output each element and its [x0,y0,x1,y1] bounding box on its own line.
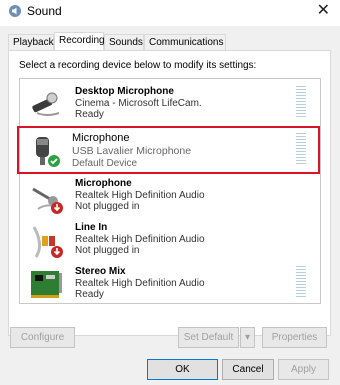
device-list[interactable]: Desktop Microphone Cinema - Microsoft Li… [17,78,321,307]
device-status: Ready [75,109,104,120]
line-in-cable-icon [32,226,63,258]
apply-button[interactable]: Apply [278,359,329,380]
device-status: Not plugged in [75,201,140,212]
list-item-usb-microphone[interactable]: Microphone USB Lavalier Microphone Defau… [17,126,320,174]
tab-sounds[interactable]: Sounds [104,34,144,50]
device-status: Not plugged in [75,245,140,256]
device-name: Microphone [72,132,130,144]
title-bar: Sound ✕ [0,0,340,26]
device-status: Ready [75,289,104,300]
speaker-icon [9,5,21,17]
usb-microphone-icon [36,137,60,167]
device-name: Stereo Mix [75,266,126,277]
cancel-button[interactable]: Cancel [222,359,274,380]
close-button[interactable]: ✕ [317,2,330,20]
tab-recording[interactable]: Recording [54,32,105,51]
set-default-dropdown-button[interactable]: ▾ [240,327,255,348]
device-name: Microphone [75,178,132,189]
dialog-body: Playback Recording Sounds Communications… [0,26,340,385]
tab-playback[interactable]: Playback [8,34,54,50]
window-title: Sound [27,4,62,18]
set-default-button[interactable]: Set Default [178,327,239,348]
device-description: Realtek High Definition Audio [75,190,205,201]
device-description: Cinema - Microsoft LifeCam. [75,98,202,109]
list-item-line-in[interactable]: Line In Realtek High Definition Audio No… [20,217,320,263]
list-item-desktop-microphone[interactable]: Desktop Microphone Cinema - Microsoft Li… [20,81,320,127]
ok-button[interactable]: OK [147,359,218,380]
level-meter [296,86,306,120]
properties-button[interactable]: Properties [262,327,327,348]
device-description: Realtek High Definition Audio [75,278,205,289]
device-status: Default Device [72,158,138,169]
level-meter [296,133,306,167]
instruction-text: Select a recording device below to modif… [19,60,257,71]
microphone-icon [32,187,63,214]
tab-communications[interactable]: Communications [144,34,226,50]
list-item-stereo-mix[interactable]: Stereo Mix Realtek High Definition Audio… [20,261,320,307]
sound-card-icon [31,271,62,298]
webcam-microphone-icon [32,92,60,116]
recording-panel: Select a recording device below to modif… [8,50,331,336]
device-name: Line In [75,222,108,233]
device-description: USB Lavalier Microphone [72,145,192,157]
device-name: Desktop Microphone [75,86,174,97]
level-meter [296,266,306,300]
device-description: Realtek High Definition Audio [75,234,205,245]
list-item-realtek-microphone[interactable]: Microphone Realtek High Definition Audio… [20,173,320,219]
configure-button[interactable]: Configure [10,327,75,348]
